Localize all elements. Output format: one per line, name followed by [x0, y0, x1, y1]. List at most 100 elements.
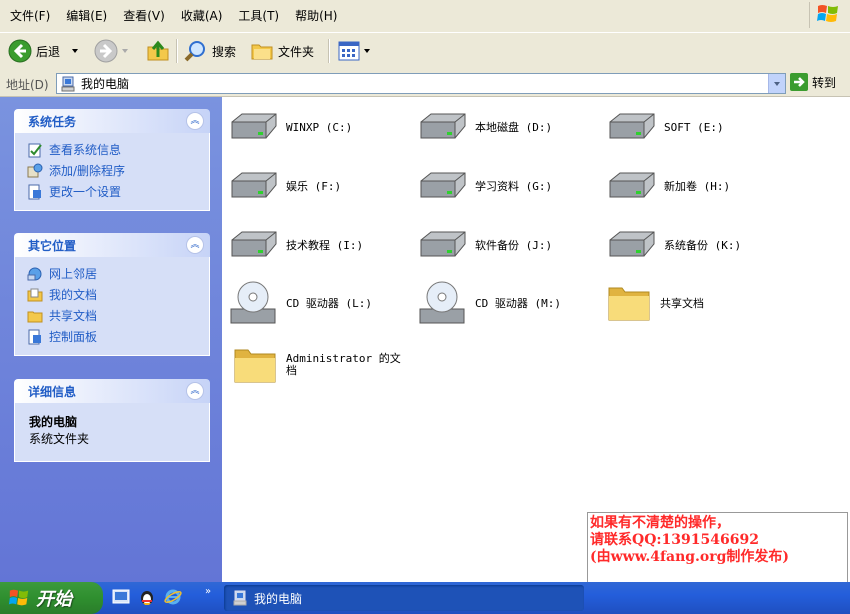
menu-tools[interactable]: 工具(T): [230, 7, 287, 25]
other-places-link-label: 网上邻居: [49, 267, 98, 281]
control-panel-link[interactable]: 控制面板: [27, 326, 199, 347]
toolbar-separator: [328, 39, 330, 63]
go-label: 转到: [812, 75, 837, 90]
drive-label: 软件备份 (J:): [475, 239, 553, 252]
menu-view[interactable]: 查看(V): [115, 7, 173, 25]
details-header[interactable]: 详细信息 ︽: [14, 379, 210, 403]
back-dropdown-icon[interactable]: [72, 49, 79, 53]
other-places-header[interactable]: 其它位置 ︽: [14, 233, 210, 257]
drive-f[interactable]: 娱乐 (F:): [228, 162, 341, 210]
cd-drive-icon: [230, 281, 276, 324]
search-icon: [184, 41, 205, 62]
system-tasks-panel: 系统任务 ︽ 查看系统信息 添加/删除程序 更改一个设置: [14, 109, 210, 211]
note-line: 请联系QQ:1391546692: [590, 532, 759, 548]
hard-drive-icon: [231, 172, 277, 198]
drive-j[interactable]: 软件备份 (J:): [417, 221, 552, 269]
collapse-icon[interactable]: ︽: [186, 382, 204, 400]
system-info-icon: [28, 143, 42, 157]
address-input[interactable]: 我的电脑: [56, 73, 786, 94]
address-bar: 地址(D) 我的电脑 转到: [0, 70, 850, 97]
hard-drive-icon: [231, 231, 277, 257]
drive-g[interactable]: 学习资料 (G:): [417, 162, 552, 210]
forward-dropdown-icon[interactable]: [122, 49, 128, 53]
change-setting-link[interactable]: 更改一个设置: [27, 181, 199, 202]
menu-favorites[interactable]: 收藏(A): [173, 7, 231, 25]
drive-i[interactable]: 技术教程 (I:): [228, 221, 363, 269]
cd-drive-l[interactable]: CD 驱动器 (L:): [228, 279, 372, 327]
back-button[interactable]: 后退: [8, 38, 79, 64]
drive-k[interactable]: 系统备份 (K:): [606, 221, 741, 269]
forward-arrow-icon: [94, 39, 118, 63]
settings-icon: [28, 184, 41, 199]
my-computer-icon: [233, 590, 247, 606]
documents-folder-icon: [27, 288, 43, 301]
view-system-info-link[interactable]: 查看系统信息: [27, 139, 199, 160]
show-desktop-icon[interactable]: [112, 588, 130, 606]
internet-explorer-icon[interactable]: [164, 588, 182, 606]
folder-label: Administrator 的文档: [286, 352, 401, 377]
folders-button[interactable]: 文件夹: [250, 38, 314, 64]
drive-label: SOFT (E:): [664, 120, 724, 134]
folder-icon: [27, 311, 43, 322]
views-icon: [338, 41, 360, 61]
file-view: WINXP (C:) 本地磁盘 (D:) SOFT (E:) 娱乐 (F:) 学…: [222, 97, 850, 582]
system-tasks-header[interactable]: 系统任务 ︽: [14, 109, 210, 133]
shared-documents-folder[interactable]: 共享文档: [606, 279, 704, 327]
shared-documents-link[interactable]: 共享文档: [27, 305, 199, 326]
qq-penguin-icon[interactable]: [138, 588, 156, 606]
add-remove-programs-link[interactable]: 添加/删除程序: [27, 160, 199, 181]
system-tasks-link-label: 查看系统信息: [49, 143, 122, 157]
drive-c[interactable]: WINXP (C:): [228, 103, 352, 151]
network-places-link[interactable]: 网上邻居: [27, 263, 199, 284]
other-places-link-label: 我的文档: [49, 288, 98, 302]
up-folder-icon: [147, 40, 169, 61]
menu-list: 文件(F) 编辑(E) 查看(V) 收藏(A) 工具(T) 帮助(H): [2, 7, 345, 25]
go-button[interactable]: 转到: [790, 73, 836, 91]
drive-label: 技术教程 (I:): [286, 239, 364, 252]
other-places-link-label: 控制面板: [49, 330, 98, 344]
drive-label: 学习资料 (G:): [475, 180, 553, 193]
drive-d[interactable]: 本地磁盘 (D:): [417, 103, 552, 151]
other-places-panel: 其它位置 ︽ 网上邻居 我的文档 共享文档 控制面板: [14, 233, 210, 356]
menu-edit[interactable]: 编辑(E): [58, 7, 115, 25]
drive-label: 系统备份 (K:): [664, 239, 742, 252]
address-label: 地址(D): [6, 78, 49, 92]
my-documents-link[interactable]: 我的文档: [27, 284, 199, 305]
system-tasks-link-label: 更改一个设置: [49, 185, 122, 199]
address-dropdown-button[interactable]: [768, 74, 785, 93]
taskbar-window-button[interactable]: 我的电脑: [224, 585, 584, 611]
drive-label: 新加卷 (H:): [664, 180, 731, 193]
start-button[interactable]: 开始: [0, 582, 103, 614]
windows-logo-icon: [809, 2, 842, 28]
menu-file[interactable]: 文件(F): [2, 7, 58, 25]
folders-icon: [251, 44, 273, 60]
drive-e[interactable]: SOFT (E:): [606, 103, 724, 151]
address-value: 我的电脑: [81, 77, 130, 91]
menu-help[interactable]: 帮助(H): [287, 7, 345, 25]
back-label: 后退: [36, 44, 61, 59]
task-pane: 系统任务 ︽ 查看系统信息 添加/删除程序 更改一个设置 其它位置 ︽ 网上邻居…: [0, 97, 222, 582]
control-panel-icon: [28, 329, 41, 344]
views-button[interactable]: [338, 38, 370, 64]
folder-label: 共享文档: [660, 297, 704, 310]
menu-bar: 文件(F) 编辑(E) 查看(V) 收藏(A) 工具(T) 帮助(H): [0, 0, 850, 32]
cd-drive-m[interactable]: CD 驱动器 (M:): [417, 279, 561, 327]
up-folder-button[interactable]: [146, 38, 170, 64]
views-dropdown-icon[interactable]: [364, 49, 370, 53]
drive-label: 本地磁盘 (D:): [475, 121, 553, 134]
search-button[interactable]: 搜索: [184, 38, 236, 64]
folders-label: 文件夹: [278, 44, 315, 59]
quick-launch-more-icon[interactable]: »: [205, 586, 211, 597]
administrator-documents-folder[interactable]: Administrator 的文档: [232, 341, 404, 389]
collapse-icon[interactable]: ︽: [186, 236, 204, 254]
collapse-icon[interactable]: ︽: [186, 112, 204, 130]
drive-h[interactable]: 新加卷 (H:): [606, 162, 730, 210]
folder-icon: [608, 287, 650, 321]
add-remove-icon: [27, 163, 43, 177]
hard-drive-icon: [420, 231, 466, 257]
folder-icon: [234, 349, 276, 383]
forward-button[interactable]: [94, 38, 128, 64]
windows-flag-icon: [8, 589, 29, 606]
taskbar: 开始 » 我的电脑: [0, 582, 850, 614]
note-line: 如果有不清楚的操作，: [590, 515, 730, 531]
